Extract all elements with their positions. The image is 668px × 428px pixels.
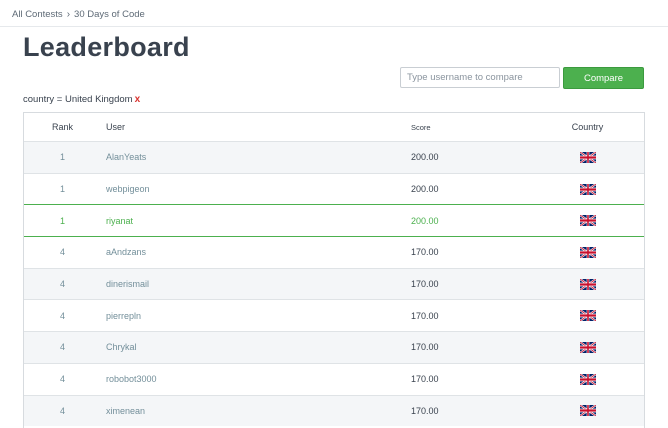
- row-country: [531, 151, 644, 163]
- row-user[interactable]: pierrepln: [101, 311, 411, 321]
- row-rank: 4: [59, 279, 65, 290]
- page-title: Leaderboard: [23, 32, 190, 62]
- row-country: [531, 215, 644, 227]
- breadcrumb-all-contests[interactable]: All Contests: [12, 9, 63, 20]
- row-rank: 4: [59, 405, 65, 416]
- compare-username-input[interactable]: [400, 67, 560, 88]
- table-row: 4 ximenean 170.00: [24, 394, 644, 427]
- remove-filter-icon[interactable]: x: [135, 94, 141, 105]
- row-user[interactable]: riyanat: [101, 216, 411, 226]
- row-score: 200.00: [411, 215, 439, 226]
- uk-flag-icon: [579, 310, 596, 322]
- breadcrumb: All Contests › 30 Days of Code: [12, 7, 145, 21]
- row-user[interactable]: AlanYeats: [101, 152, 411, 162]
- row-score: 200.00: [411, 184, 439, 195]
- row-user[interactable]: ximenean: [101, 406, 411, 416]
- leaderboard-table: Rank User Score Country 1 AlanYeats 200.…: [23, 112, 645, 428]
- row-user[interactable]: aAndzans: [101, 247, 411, 257]
- column-header-rank: Rank: [51, 122, 73, 132]
- uk-flag-icon: [579, 278, 596, 290]
- table-row: 1 webpigeon 200.00: [24, 172, 644, 205]
- row-score: 170.00: [411, 405, 439, 416]
- uk-flag-icon: [579, 246, 596, 258]
- row-country: [531, 278, 644, 290]
- table-row: 1 AlanYeats 200.00: [24, 141, 644, 173]
- row-rank: 1: [59, 152, 65, 163]
- uk-flag-icon: [579, 215, 596, 227]
- row-country: [531, 246, 644, 258]
- row-user[interactable]: dinerismail: [101, 279, 411, 289]
- row-rank: 1: [59, 215, 65, 226]
- row-score: 170.00: [411, 374, 439, 385]
- row-rank: 4: [59, 374, 65, 385]
- row-country: [531, 405, 644, 417]
- row-rank: 1: [59, 184, 65, 195]
- breadcrumb-30-days-of-code[interactable]: 30 Days of Code: [74, 9, 145, 20]
- uk-flag-icon: [579, 183, 596, 195]
- column-header-user: User: [106, 122, 126, 132]
- row-rank: 4: [59, 310, 65, 321]
- row-score: 170.00: [411, 247, 439, 258]
- row-score: 200.00: [411, 152, 439, 163]
- table-row: 4 pierrepln 170.00: [24, 299, 644, 331]
- row-score: 170.00: [411, 342, 439, 353]
- breadcrumb-separator-icon: ›: [66, 8, 71, 20]
- table-body: 1 AlanYeats 200.00 1 webpigeon 200.00 1 …: [24, 141, 644, 427]
- header-divider: [0, 26, 668, 27]
- uk-flag-icon: [579, 341, 596, 353]
- row-country: [531, 183, 644, 195]
- row-user[interactable]: Chrykal: [101, 342, 411, 352]
- uk-flag-icon: [579, 373, 596, 385]
- table-row: 4 dinerismail 170.00: [24, 267, 644, 300]
- row-rank: 4: [59, 247, 65, 258]
- row-user[interactable]: webpigeon: [101, 184, 411, 194]
- row-score: 170.00: [411, 279, 439, 290]
- column-header-country: Country: [571, 122, 604, 132]
- table-row: 4 Chrykal 170.00: [24, 331, 644, 363]
- table-row: 4 robobot3000 170.00: [24, 362, 644, 395]
- row-country: [531, 373, 644, 385]
- uk-flag-icon: [579, 151, 596, 163]
- table-header: Rank User Score Country: [24, 113, 644, 141]
- row-country: [531, 310, 644, 322]
- row-score: 170.00: [411, 310, 439, 321]
- active-filter: country = United Kingdom x: [23, 94, 140, 105]
- table-row: 4 aAndzans 170.00: [24, 236, 644, 268]
- row-country: [531, 341, 644, 353]
- column-header-score: Score: [411, 122, 431, 132]
- compare-button[interactable]: Compare: [563, 67, 644, 89]
- uk-flag-icon: [579, 405, 596, 417]
- table-row: 1 riyanat 200.00: [24, 204, 644, 237]
- row-user[interactable]: robobot3000: [101, 374, 411, 384]
- row-rank: 4: [59, 342, 65, 353]
- filter-label: country = United Kingdom: [23, 94, 133, 105]
